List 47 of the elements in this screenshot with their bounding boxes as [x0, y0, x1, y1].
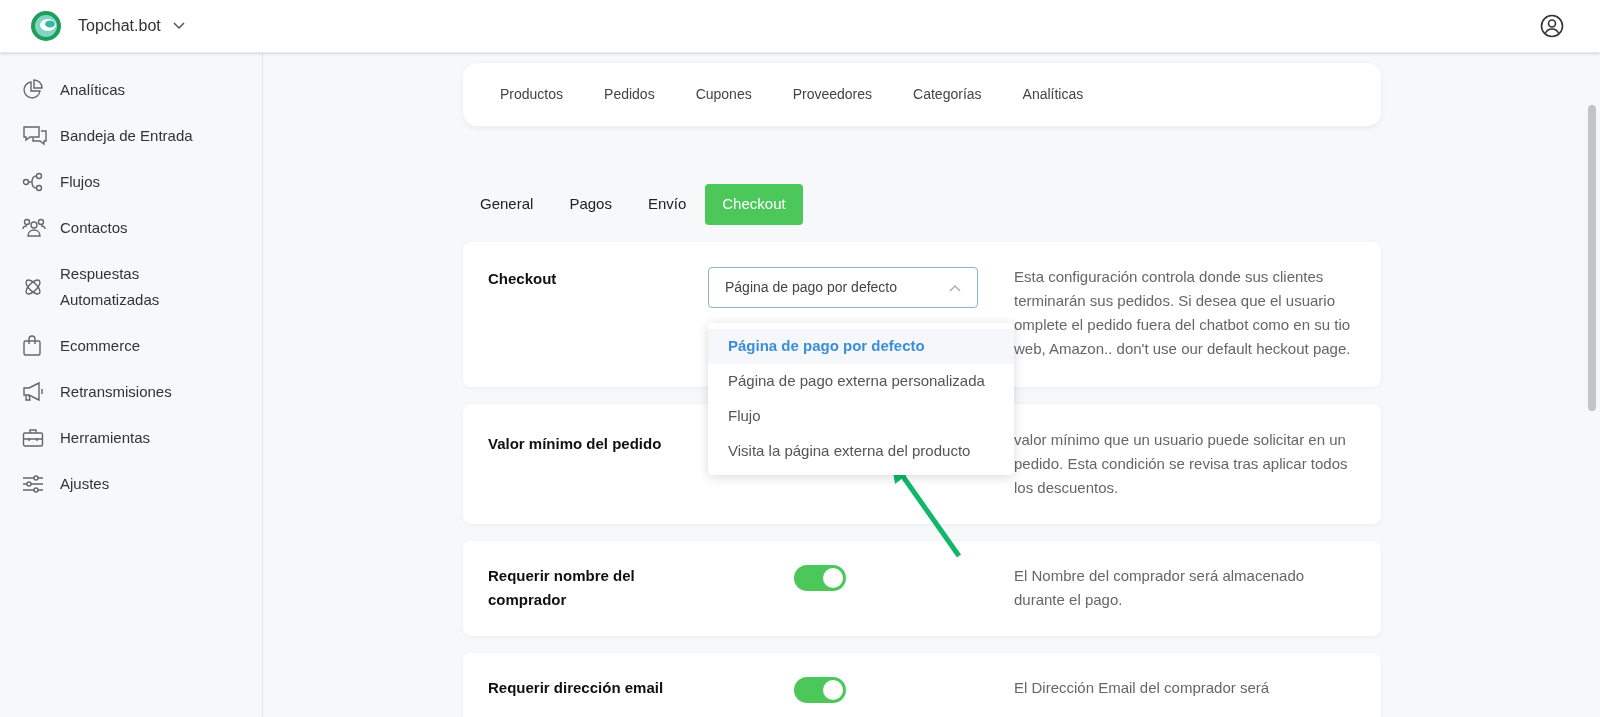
sidebar-item[interactable]: Bandeja de Entrada	[22, 113, 262, 159]
section-tab[interactable]: Categorías	[913, 84, 982, 105]
sliders-icon	[22, 474, 44, 494]
dropdown-option[interactable]: Visita la página externa del producto	[708, 434, 1014, 469]
toggle-switch[interactable]	[794, 677, 846, 703]
tab[interactable]: Pagos	[552, 184, 629, 225]
checkout-select[interactable]: Página de pago por defecto	[708, 267, 978, 308]
sidebar-item[interactable]: Flujos	[22, 159, 262, 205]
sidebar-item[interactable]: Analíticas	[22, 67, 262, 113]
shopping-bag-icon	[22, 335, 42, 357]
people-icon	[22, 217, 46, 239]
chevron-down-icon[interactable]	[172, 22, 185, 30]
setting-description: valor mínimo que un usuario puede solicitar en un pedido. Esta condición se revisa tras aplicar todos los descuentos.	[1014, 430, 1349, 498]
setting-label: Valor mínimo del pedido	[488, 434, 663, 454]
setting-description: Esta configuración controla donde sus clientes terminarán sus pedidos. Si desea que el usuario omplete el pedido fuera del chatbot como en su tio web, Amazon.. don't use our default heckout page.	[1014, 267, 1352, 359]
scrollbar-thumb[interactable]	[1588, 105, 1596, 411]
sidebar-item[interactable]: Respuestas Automatizadas	[22, 251, 262, 323]
section-tab[interactable]: Analíticas	[1022, 84, 1084, 105]
section-tab[interactable]: Cupones	[695, 84, 752, 105]
setting-description: El Dirección Email del comprador será	[1014, 678, 1271, 698]
setting-label: Requerir dirección email	[488, 678, 665, 698]
user-icon[interactable]	[1540, 14, 1564, 38]
sidebar-item[interactable]: Contactos	[22, 205, 262, 251]
logo-icon	[30, 10, 62, 42]
toolbox-icon	[22, 428, 44, 448]
tab[interactable]: Envío	[630, 184, 704, 225]
brand-name[interactable]: Topchat.bot	[78, 14, 161, 38]
pie-chart-icon	[22, 79, 44, 101]
chat-bubbles-icon	[22, 125, 48, 147]
dropdown-option[interactable]: Página de pago externa personalizada	[708, 364, 1014, 399]
megaphone-icon	[22, 381, 46, 403]
sidebar-item[interactable]: Herramientas	[22, 415, 262, 461]
chevron-up-icon	[949, 283, 961, 292]
dropdown-option[interactable]: Flujo	[708, 399, 1014, 434]
sidebar-item[interactable]: Ecommerce	[22, 323, 262, 369]
setting-description: El Nombre del comprador será almacenado durante el pago.	[1014, 566, 1306, 610]
section-tab[interactable]: Pedidos	[604, 84, 655, 105]
atom-icon	[22, 276, 44, 298]
sidebar-item[interactable]: Retransmisiones	[22, 369, 262, 415]
section-tab[interactable]: Proveedores	[792, 84, 873, 105]
sidebar-item[interactable]: Ajustes	[22, 461, 262, 507]
flow-nodes-icon	[22, 171, 44, 193]
tab[interactable]: General	[463, 184, 551, 225]
setting-label: Requerir nombre del comprador	[488, 566, 636, 610]
toggle-switch[interactable]	[794, 565, 846, 591]
setting-label: Checkout	[488, 269, 558, 289]
section-tab[interactable]: Productos	[500, 84, 564, 105]
